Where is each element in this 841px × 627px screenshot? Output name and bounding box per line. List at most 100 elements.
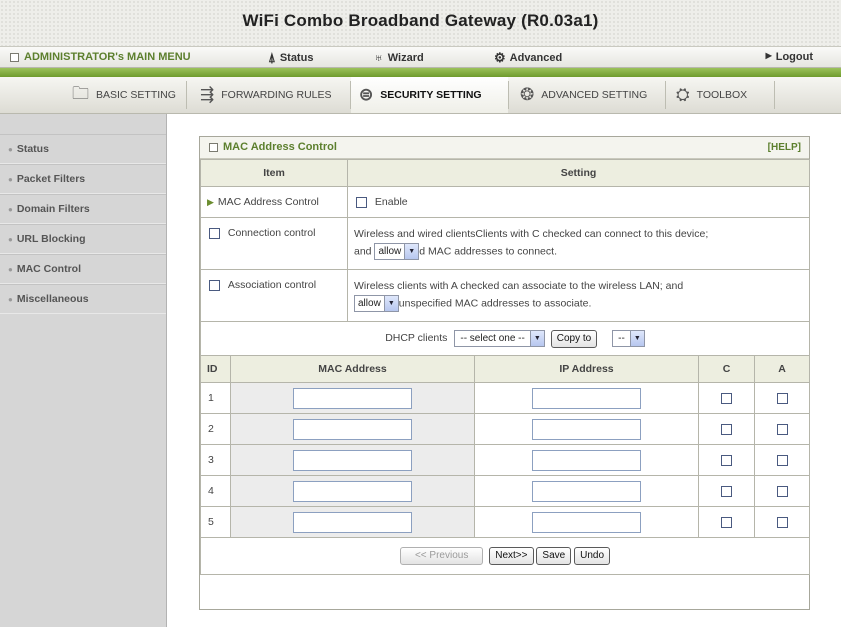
logout-link[interactable]: ▶ Logout	[766, 51, 813, 63]
arrow-right-icon: ▶	[765, 51, 772, 60]
wizard-hat-icon: ♅	[374, 50, 384, 65]
undo-button[interactable]: Undo	[574, 547, 611, 565]
association-tail-text: unspecified MAC addresses to associate.	[398, 297, 592, 310]
association-allow-select[interactable]: allow ▼	[354, 295, 399, 313]
mac-address-input[interactable]	[293, 449, 412, 471]
dhcp-client-select[interactable]: -- select one -- ▼	[454, 330, 545, 347]
c-checkbox[interactable]	[721, 392, 732, 404]
ip-address-input[interactable]	[532, 449, 641, 471]
mac-address-input[interactable]	[293, 418, 412, 440]
sidebar-item-url-blocking[interactable]: ● URL Blocking	[0, 224, 166, 254]
menu-wizard[interactable]: ♅ Wizard	[374, 50, 424, 65]
divider	[774, 81, 775, 109]
ip-address-input[interactable]	[532, 387, 641, 409]
bullet-icon: ●	[8, 264, 13, 274]
ip-address-input[interactable]	[532, 480, 641, 502]
tab-security-setting[interactable]: ⊜ SECURITY SETTING	[351, 77, 508, 113]
lock-icon: ⊜	[359, 85, 374, 104]
a-checkbox[interactable]	[776, 485, 788, 497]
tab-forwarding-rules-label: FORWARDING RULES	[221, 89, 332, 101]
c-checkbox[interactable]	[721, 516, 732, 528]
c-checkbox[interactable]	[721, 423, 732, 435]
help-link[interactable]: [HELP]	[768, 142, 801, 153]
sidebar-item-mac-control[interactable]: ● MAC Control	[0, 254, 166, 284]
association-control-text: Wireless clients with A checked can asso…	[354, 280, 684, 293]
connection-allow-select[interactable]: allow ▼	[374, 243, 420, 261]
bullet-icon: ●	[8, 144, 13, 154]
previous-button[interactable]: << Previous	[399, 547, 484, 565]
sidebar-item-status[interactable]: ● Status	[0, 134, 166, 164]
mac-control-label-cell: ▶ MAC Address Control	[200, 186, 348, 218]
c-checkbox[interactable]	[721, 485, 732, 497]
a-checkbox[interactable]	[776, 454, 788, 466]
settings-table: Item Setting ▶ MAC Address Control Enable…	[200, 159, 810, 356]
mac-address-input[interactable]	[293, 387, 412, 409]
sidebar-item-label: Packet Filters	[16, 173, 86, 185]
table-row: 4	[200, 475, 810, 507]
sidebar: ● Status ● Packet Filters ● Domain Filte…	[0, 114, 167, 627]
table-row: 1	[200, 382, 810, 414]
next-button[interactable]: Next>>	[489, 547, 534, 565]
connection-and-text: and	[354, 245, 372, 258]
mac-address-input[interactable]	[293, 480, 412, 502]
dhcp-row: DHCP clients -- select one -- ▼ Copy to -…	[200, 321, 810, 356]
copy-target-select[interactable]: -- ▼	[612, 330, 645, 347]
bullet-icon: ●	[8, 294, 13, 304]
mac-cell	[230, 506, 475, 538]
divider	[665, 81, 666, 109]
connection-control-setting: Wireless and wired clientsClients with C…	[347, 217, 810, 270]
mac-address-header: MAC Address	[230, 355, 475, 383]
sidebar-item-domain-filters[interactable]: ● Domain Filters	[0, 194, 166, 224]
menu-advanced[interactable]: ⚙ Advanced	[494, 50, 562, 66]
row-id: 5	[200, 506, 231, 538]
dhcp-clients-label: DHCP clients	[385, 332, 448, 345]
tab-basic-setting[interactable]: 🗀 BASIC SETTING	[64, 77, 184, 113]
c-header: C	[698, 355, 755, 383]
antenna-icon: ⍋	[268, 50, 276, 65]
row-id: 2	[200, 413, 231, 445]
a-cell	[754, 475, 810, 507]
a-checkbox[interactable]	[776, 516, 788, 528]
admin-main-menu[interactable]: ADMINISTRATOR's MAIN MENU	[10, 51, 191, 63]
chevron-down-icon: ▼	[404, 244, 419, 260]
ip-address-input[interactable]	[532, 511, 641, 533]
c-checkbox[interactable]	[721, 454, 732, 466]
a-checkbox[interactable]	[776, 392, 788, 404]
a-cell	[754, 382, 810, 414]
a-cell	[754, 413, 810, 445]
connection-control-cell: Connection control	[200, 217, 348, 270]
connection-control-label: Connection control	[227, 227, 316, 239]
connection-control-checkbox[interactable]	[209, 227, 220, 239]
c-cell	[698, 413, 755, 445]
association-control-cell: Association control	[200, 269, 348, 322]
mac-address-control-panel: MAC Address Control [HELP] Item Setting …	[199, 136, 810, 610]
mac-cell	[230, 382, 475, 414]
gears-icon: ❂	[520, 85, 535, 104]
c-cell	[698, 506, 755, 538]
ip-cell	[474, 382, 699, 414]
a-checkbox[interactable]	[776, 423, 788, 435]
row-id: 3	[200, 444, 231, 476]
connection-tail-text: d MAC addresses to connect.	[419, 245, 557, 258]
a-header: A	[754, 355, 810, 383]
tab-toolbox[interactable]: ⛭ TOOLBOX	[668, 77, 755, 113]
advanced-tools-icon: ⚙	[494, 50, 506, 65]
triangle-bullet-icon: ▶	[207, 197, 214, 207]
mac-cell	[230, 413, 475, 445]
sidebar-item-miscellaneous[interactable]: ● Miscellaneous	[0, 284, 166, 314]
ip-address-input[interactable]	[532, 418, 641, 440]
save-button[interactable]: Save	[536, 547, 572, 565]
menu-advanced-label: Advanced	[509, 52, 563, 64]
sidebar-item-label: Status	[16, 143, 49, 155]
association-control-checkbox[interactable]	[209, 279, 220, 291]
ip-cell	[474, 444, 699, 476]
mac-address-input[interactable]	[293, 511, 412, 533]
copy-to-button[interactable]: Copy to	[550, 329, 598, 348]
tab-forwarding-rules[interactable]: ⇶ FORWARDING RULES	[192, 77, 340, 113]
sidebar-item-packet-filters[interactable]: ● Packet Filters	[0, 164, 166, 194]
enable-checkbox[interactable]	[356, 196, 367, 208]
tab-advanced-setting[interactable]: ❂ ADVANCED SETTING	[512, 77, 655, 113]
menu-status[interactable]: ⍋ Status	[268, 50, 313, 66]
ip-cell	[474, 413, 699, 445]
id-header: ID	[200, 355, 231, 383]
